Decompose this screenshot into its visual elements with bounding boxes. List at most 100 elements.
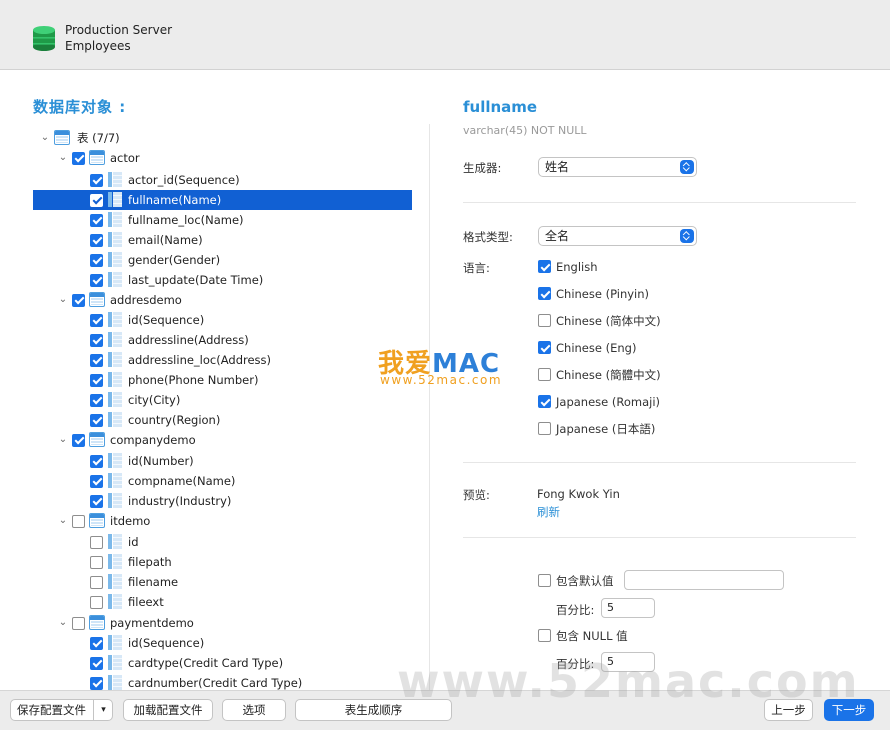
tree-field-row[interactable]: last_update(Date Time) <box>33 270 412 290</box>
tree-field-row[interactable]: id(Number) <box>33 451 412 471</box>
tree-checkbox[interactable] <box>72 433 85 447</box>
tree-checkbox[interactable] <box>72 514 85 528</box>
tree-checkbox[interactable] <box>90 413 103 427</box>
object-tree[interactable]: ⌄ 表 (7/7) ⌄ actor actor_id(Sequence) fullname… <box>33 128 413 690</box>
tree-item-label: addressline_loc(Address) <box>128 353 272 367</box>
tree-checkbox[interactable] <box>90 474 103 488</box>
tree-checkbox[interactable] <box>90 313 103 327</box>
tree-table-row[interactable]: ⌄ paymentdemo <box>33 613 412 633</box>
preview-label: 预览: <box>463 488 490 502</box>
table-order-button[interactable]: 表生成顺序 <box>295 699 452 721</box>
generator-select[interactable]: 姓名 <box>538 157 697 177</box>
tree-field-row[interactable]: id <box>33 532 412 552</box>
tree-checkbox[interactable] <box>90 353 103 367</box>
language-checkbox[interactable] <box>538 314 551 327</box>
tree-field-row[interactable]: addressline_loc(Address) <box>33 350 412 370</box>
language-checkbox[interactable] <box>538 368 551 381</box>
tree-field-row[interactable]: actor_id(Sequence) <box>33 170 412 190</box>
tree-field-row[interactable]: fullname(Name) <box>33 190 412 210</box>
tree-checkbox[interactable] <box>90 656 103 670</box>
tree-field-row[interactable]: gender(Gender) <box>33 250 412 270</box>
default-percent-input[interactable]: 5 <box>601 598 655 618</box>
tree-item-label: fullname(Name) <box>128 193 222 207</box>
chevron-down-icon[interactable]: ⌄ <box>57 430 69 450</box>
include-null-checkbox[interactable] <box>538 629 551 642</box>
field-icon <box>107 272 123 287</box>
tree-checkbox[interactable] <box>90 393 103 407</box>
tree-field-row[interactable]: country(Region) <box>33 410 412 430</box>
tree-field-row[interactable]: id(Sequence) <box>33 310 412 330</box>
tree-checkbox[interactable] <box>90 535 103 549</box>
chevron-down-icon[interactable]: ⌄ <box>57 511 69 531</box>
tree-table-row[interactable]: ⌄ addresdemo <box>33 290 412 310</box>
tree-field-row[interactable]: cardnumber(Credit Card Type) <box>33 673 412 690</box>
include-default-label: 包含默认值 <box>556 574 614 588</box>
language-checkbox[interactable] <box>538 395 551 408</box>
include-default-checkbox[interactable] <box>538 574 551 587</box>
tree-field-row[interactable]: compname(Name) <box>33 471 412 491</box>
chevron-down-icon[interactable]: ⌄ <box>57 290 69 310</box>
tree-field-row[interactable]: city(City) <box>33 390 412 410</box>
tree-checkbox[interactable] <box>90 253 103 267</box>
language-checkbox[interactable] <box>538 422 551 435</box>
tree-checkbox[interactable] <box>90 454 103 468</box>
tree-group-row[interactable]: ⌄ 表 (7/7) <box>33 128 412 148</box>
tree-field-row[interactable]: id(Sequence) <box>33 633 412 653</box>
tree-field-row[interactable]: industry(Industry) <box>33 491 412 511</box>
tree-checkbox[interactable] <box>90 213 103 227</box>
field-icon <box>107 574 123 589</box>
tree-checkbox[interactable] <box>90 173 103 187</box>
chevron-down-icon[interactable]: ⌄ <box>39 128 51 148</box>
save-config-dropdown[interactable]: ▾ <box>93 699 113 721</box>
generator-value: 姓名 <box>545 160 570 174</box>
tree-table-row[interactable]: ⌄ actor <box>33 148 412 168</box>
tree-field-row[interactable]: fileext <box>33 592 412 612</box>
tree-checkbox[interactable] <box>90 193 103 207</box>
tree-checkbox[interactable] <box>90 575 103 589</box>
refresh-link[interactable]: 刷新 <box>537 504 560 520</box>
tree-field-row[interactable]: addressline(Address) <box>33 330 412 350</box>
field-icon <box>107 212 123 227</box>
format-select[interactable]: 全名 <box>538 226 697 246</box>
chevron-down-icon[interactable]: ⌄ <box>57 613 69 633</box>
tree-checkbox[interactable] <box>90 595 103 609</box>
field-icon <box>107 372 123 387</box>
chevron-down-icon[interactable]: ⌄ <box>57 148 69 168</box>
tree-checkbox[interactable] <box>90 333 103 347</box>
tree-table-row[interactable]: ⌄ itdemo <box>33 511 412 531</box>
tree-checkbox[interactable] <box>72 616 85 630</box>
language-label: English <box>556 260 598 274</box>
tree-checkbox[interactable] <box>90 233 103 247</box>
load-config-button[interactable]: 加载配置文件 <box>123 699 213 721</box>
tree-checkbox[interactable] <box>90 273 103 287</box>
tree-checkbox[interactable] <box>90 676 103 690</box>
language-checkbox[interactable] <box>538 260 551 273</box>
prev-button[interactable]: 上一步 <box>764 699 813 721</box>
default-value-input[interactable] <box>624 570 784 590</box>
divider <box>463 537 856 538</box>
tree-field-row[interactable]: fullname_loc(Name) <box>33 210 412 230</box>
next-button[interactable]: 下一步 <box>824 699 874 721</box>
tree-checkbox[interactable] <box>72 293 85 307</box>
language-label: Chinese (Eng) <box>556 341 637 355</box>
save-config-button[interactable]: 保存配置文件 ▾ <box>10 699 113 721</box>
field-icon <box>107 493 123 508</box>
tree-field-row[interactable]: filename <box>33 572 412 592</box>
tree-table-row[interactable]: ⌄ companydemo <box>33 430 412 450</box>
tree-field-row[interactable]: filepath <box>33 552 412 572</box>
tree-checkbox[interactable] <box>90 494 103 508</box>
tree-field-row[interactable]: phone(Phone Number) <box>33 370 412 390</box>
tree-checkbox[interactable] <box>90 373 103 387</box>
tree-field-row[interactable]: email(Name) <box>33 230 412 250</box>
null-percent-input[interactable]: 5 <box>601 652 655 672</box>
language-checkbox[interactable] <box>538 341 551 354</box>
table-icon <box>89 615 105 630</box>
tree-item-label: gender(Gender) <box>128 253 221 267</box>
language-checkbox[interactable] <box>538 287 551 300</box>
tree-item-label: city(City) <box>128 393 181 407</box>
tree-field-row[interactable]: cardtype(Credit Card Type) <box>33 653 412 673</box>
tree-checkbox[interactable] <box>72 151 85 165</box>
tree-checkbox[interactable] <box>90 636 103 650</box>
options-button[interactable]: 选项 <box>222 699 286 721</box>
tree-checkbox[interactable] <box>90 555 103 569</box>
